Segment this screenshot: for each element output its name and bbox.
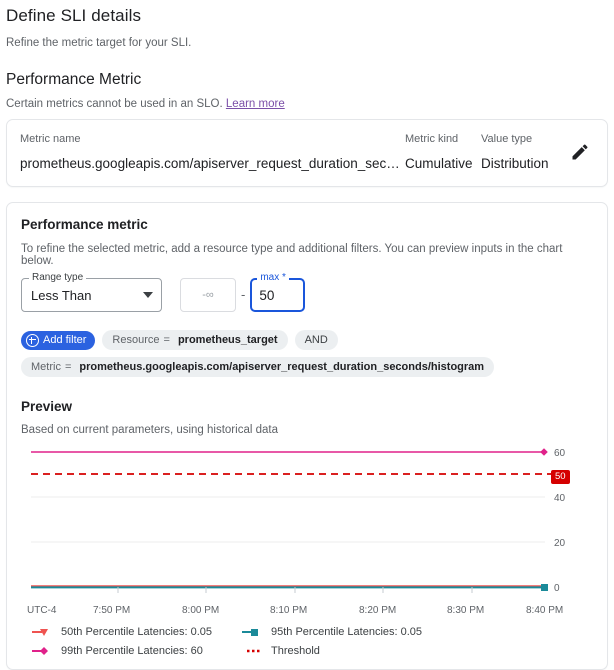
filter-conjunction-and[interactable]: AND — [295, 330, 338, 350]
range-type-label: Range type — [29, 272, 86, 284]
filter-chip-resource-key: Resource — [112, 334, 159, 346]
preview-chart-svg: 60 40 20 0 — [21, 444, 591, 596]
range-type-value: Less Than — [31, 288, 137, 303]
performance-metric-heading: Performance Metric — [0, 49, 614, 89]
max-value-label: max * — [257, 272, 289, 284]
xaxis-timezone: UTC-4 — [27, 605, 56, 616]
metric-name-label: Metric name — [20, 132, 405, 146]
filter-chip-resource-value: prometheus_target — [178, 334, 278, 346]
legend-item-p95[interactable]: 95th Percentile Latencies: 0.05 — [241, 626, 593, 638]
series-marker-p99-diamond — [540, 448, 548, 456]
range-type-select[interactable]: Range type Less Than — [21, 278, 162, 312]
legend-label-p99: 99th Percentile Latencies: 60 — [61, 645, 203, 657]
xaxis-label-830: 8:30 PM — [447, 605, 484, 616]
max-value-text: 50 — [259, 288, 274, 303]
page-subtitle: Refine the metric target for your SLI. — [0, 26, 614, 49]
legend-item-p99[interactable]: 99th Percentile Latencies: 60 — [31, 645, 241, 657]
min-value-input[interactable]: -∞ — [180, 278, 236, 312]
metric-name-value: prometheus.googleapis.com/apiserver_requ… — [20, 154, 405, 174]
legend-marker-square-icon — [241, 627, 267, 637]
performance-metric-panel: Performance metric To refine the selecte… — [6, 202, 608, 670]
legend-item-threshold[interactable]: Threshold — [241, 645, 593, 657]
value-type-label: Value type — [481, 132, 563, 146]
pencil-icon — [570, 142, 590, 162]
filter-chip-metric-op: = — [65, 361, 71, 373]
range-inputs-row: Range type Less Than -∞ - max * 50 — [21, 278, 593, 316]
range-separator: - — [241, 278, 245, 312]
xaxis-label-820: 8:20 PM — [359, 605, 396, 616]
filter-chip-resource[interactable]: Resource = prometheus_target — [102, 330, 287, 350]
metric-summary-card: Metric name prometheus.googleapis.com/ap… — [6, 119, 608, 187]
metric-kind-value: Cumulative — [405, 154, 481, 174]
performance-metric-note-text: Certain metrics cannot be used in an SLO… — [6, 98, 223, 110]
chart-x-axis: UTC-4 7:50 PM 8:00 PM 8:10 PM 8:20 PM 8:… — [21, 605, 593, 621]
metric-name-column: Metric name prometheus.googleapis.com/ap… — [20, 132, 405, 174]
value-type-value: Distribution — [481, 154, 563, 174]
xaxis-label-750: 7:50 PM — [93, 605, 130, 616]
series-marker-p95-square — [541, 584, 548, 591]
filter-chip-row-secondary: Metric = prometheus.googleapis.com/apise… — [21, 357, 593, 377]
edit-metric-button[interactable] — [563, 132, 597, 162]
page-title: Define SLI details — [0, 0, 614, 26]
legend-label-threshold: Threshold — [271, 645, 320, 657]
legend-label-p50: 50th Percentile Latencies: 0.05 — [61, 626, 212, 638]
metric-kind-column: Metric kind Cumulative — [405, 132, 481, 174]
legend-item-p50[interactable]: 50th Percentile Latencies: 0.05 — [31, 626, 241, 638]
ytick-label-60: 60 — [554, 448, 566, 459]
perf-panel-description: To refine the selected metric, add a res… — [21, 243, 593, 267]
filter-chip-row-primary: Add filter Resource = prometheus_target … — [21, 330, 593, 350]
add-filter-button[interactable]: Add filter — [21, 331, 95, 350]
min-placeholder: -∞ — [202, 289, 214, 301]
legend-marker-diamond-icon — [31, 646, 57, 656]
performance-metric-note: Certain metrics cannot be used in an SLO… — [0, 89, 614, 110]
filter-chip-resource-op: = — [164, 334, 170, 346]
value-type-column: Value type Distribution — [481, 132, 563, 174]
xaxis-label-800: 8:00 PM — [182, 605, 219, 616]
chart-legend: 50th Percentile Latencies: 0.05 95th Per… — [21, 626, 593, 657]
metric-kind-label: Metric kind — [405, 132, 481, 146]
chevron-down-icon — [143, 292, 153, 298]
legend-marker-triangle-icon — [31, 627, 57, 637]
learn-more-link[interactable]: Learn more — [226, 98, 285, 110]
plus-circle-icon — [26, 334, 39, 347]
filter-chip-metric[interactable]: Metric = prometheus.googleapis.com/apise… — [21, 357, 494, 377]
ytick-label-20: 20 — [554, 538, 566, 549]
preview-chart[interactable]: 60 40 20 0 50 — [21, 444, 593, 604]
filter-chip-metric-value: prometheus.googleapis.com/apiserver_requ… — [79, 361, 484, 373]
preview-title: Preview — [21, 399, 593, 414]
max-value-input[interactable]: max * 50 — [250, 278, 305, 312]
xaxis-label-810: 8:10 PM — [270, 605, 307, 616]
ytick-label-0: 0 — [554, 583, 560, 594]
ytick-label-40: 40 — [554, 493, 566, 504]
threshold-value-badge: 50 — [551, 470, 570, 484]
xaxis-label-840: 8:40 PM — [526, 605, 563, 616]
add-filter-label: Add filter — [43, 334, 86, 346]
perf-panel-title: Performance metric — [21, 217, 593, 232]
legend-marker-dashed-icon — [241, 646, 267, 656]
sli-details-page: Define SLI details Refine the metric tar… — [0, 0, 614, 670]
filter-chip-metric-key: Metric — [31, 361, 61, 373]
legend-label-p95: 95th Percentile Latencies: 0.05 — [271, 626, 422, 638]
preview-subtitle: Based on current parameters, using histo… — [21, 424, 593, 436]
